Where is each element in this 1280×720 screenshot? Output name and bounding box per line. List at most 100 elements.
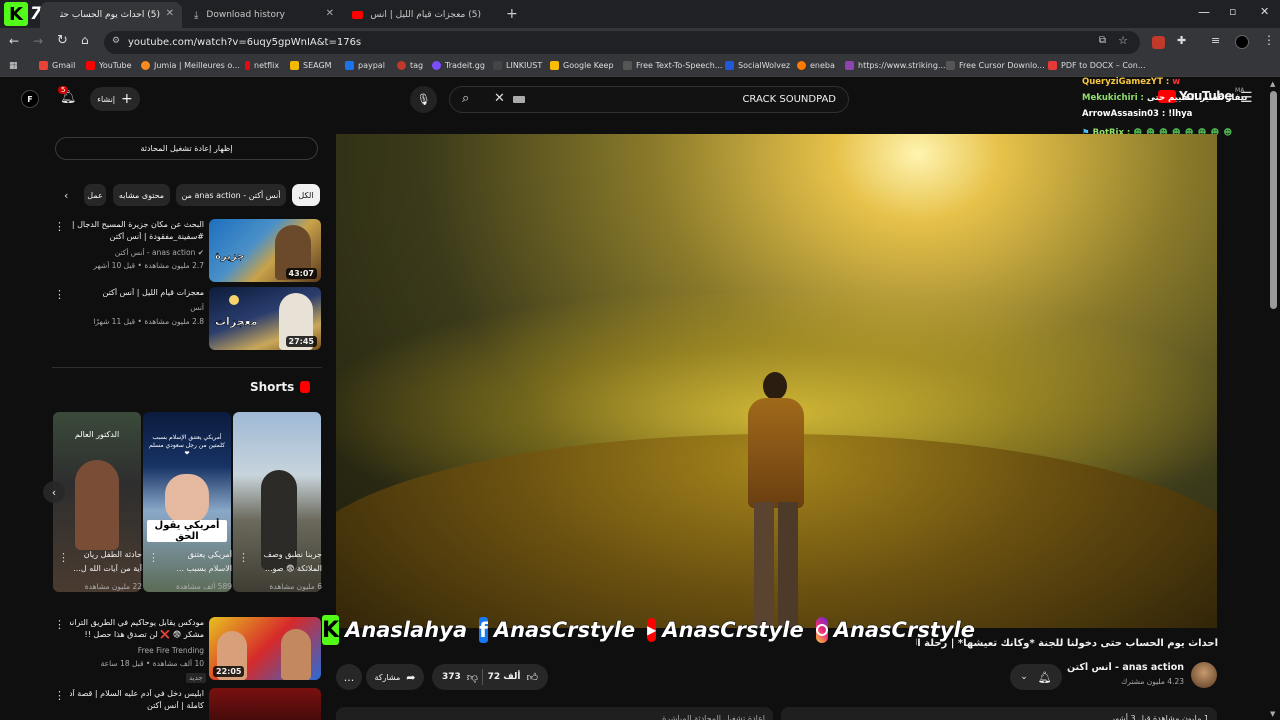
tab-miracles[interactable]: (5) معجزات قيام الليل | أنس أكتن... (344, 2, 500, 28)
bookmark-youtube[interactable]: YouTube (86, 61, 132, 70)
short-title: آية من آيات الله ل... (73, 564, 142, 573)
video-thumbnail[interactable]: معجزات 27:45 (209, 287, 321, 350)
more-options-icon[interactable]: ⋮ (54, 618, 65, 631)
home-icon[interactable]: ⌂ (81, 33, 89, 47)
channel-avatar[interactable] (1191, 662, 1217, 688)
bookmark-tradeit[interactable]: Tradeit.gg (432, 61, 485, 70)
bookmark-socialwolvez[interactable]: SocialWolvez (725, 61, 790, 70)
more-options-icon[interactable]: ⋮ (238, 551, 249, 564)
close-icon[interactable]: ✕ (326, 8, 334, 19)
video-meta: 2.8 مليون مشاهدة • قبل 11 شهرًا (93, 317, 204, 326)
search-box[interactable]: ⌕ ✕ CRACK SOUNDPAD (449, 86, 849, 113)
show-chat-replay-button[interactable]: إظهار إعادة تشغيل المحادثة (55, 137, 318, 160)
bookmark-eneba[interactable]: eneba (797, 61, 835, 70)
video-thumbnail[interactable] (209, 688, 321, 720)
bookmark-jumia[interactable]: Jumia | Meilleures o... (141, 61, 240, 70)
chip-related[interactable]: محتوى مشابه (113, 184, 170, 206)
tab-download-history[interactable]: ⤓ Download history ✕ (186, 2, 342, 28)
bookmark-pdf[interactable]: PDF to DOCX – Con... (1048, 61, 1146, 70)
restore-icon[interactable]: ▫ (1229, 5, 1236, 18)
scroll-up-icon[interactable]: ▲ (1270, 80, 1275, 88)
minimize-icon[interactable]: — (1198, 5, 1210, 19)
like-button[interactable]: 72 ألف 👍︎ (488, 671, 538, 684)
short-title: حادثة الطفل ريان (83, 550, 142, 559)
bookmark-gmail[interactable]: Gmail (39, 61, 75, 70)
reload-icon[interactable]: ↻ (57, 33, 68, 48)
channel-name[interactable]: anas action - أنس أكتن ✔︎ (1066, 662, 1184, 673)
bookmark-keep[interactable]: Google Keep (550, 61, 614, 70)
more-options-icon[interactable]: ⋮ (58, 551, 69, 564)
dislike-icon: 👎︎ (466, 670, 478, 684)
video-figure (738, 372, 812, 628)
clear-search-icon[interactable]: ✕ (494, 91, 505, 106)
more-options-icon[interactable]: ⋮ (54, 689, 65, 702)
kick-icon: K (322, 615, 340, 645)
youtube-icon: ▶ (647, 618, 657, 642)
extensions-icon[interactable]: ✚ (1177, 34, 1186, 47)
new-tab-button[interactable]: + (506, 6, 518, 22)
bookmark-star-icon[interactable]: ☆ (1118, 34, 1128, 47)
share-icon: ➦ (406, 670, 416, 684)
stream-chat-overlay: QueryziGamezYT : w Mekukichiri : تيفاز ع… (1082, 77, 1280, 141)
bookmark-linkiust[interactable]: LINKIUST (493, 61, 542, 70)
more-options-icon[interactable]: ⋮ (54, 288, 65, 301)
forward-icon[interactable]: → (33, 34, 43, 48)
install-icon[interactable]: ⧉ (1099, 35, 1106, 46)
cursor-icon (946, 61, 955, 70)
chip-work[interactable]: عمل (84, 184, 106, 206)
video-duration: 27:45 (285, 336, 317, 347)
dislike-button[interactable]: 373 👎︎ (442, 671, 478, 684)
voice-search-button[interactable]: 🎙︎ (410, 86, 437, 113)
page-scrollbar[interactable] (1270, 91, 1277, 309)
scroll-down-icon[interactable]: ▼ (1270, 710, 1275, 718)
apps-icon[interactable]: ▦ (9, 61, 18, 71)
download-icon: ⤓ (194, 9, 199, 21)
search-icon[interactable]: ⌕ (462, 91, 469, 106)
netflix-icon (245, 61, 250, 70)
notifications-button[interactable]: 🔔︎ 5 (58, 86, 78, 108)
chip-from-channel[interactable]: من anas action - أنس أكتن (176, 184, 286, 206)
video-meta: 2.7 مليون مشاهدة • قبل 10 أشهر (93, 261, 204, 270)
bookmark-netflix[interactable]: netflix (245, 61, 279, 70)
menu-icon[interactable]: ⋮ (1263, 33, 1275, 47)
video-thumbnail[interactable]: جزيرة 43:07 (209, 219, 321, 282)
chips-prev-icon[interactable]: ‹ (64, 189, 68, 202)
chat-replay-bar[interactable]: إعادة تشغيل المحادثة المباشرة (336, 707, 773, 720)
profile-icon[interactable] (1235, 35, 1249, 49)
more-options-icon[interactable]: ⋮ (148, 551, 159, 564)
video-thumbnail[interactable]: 22:05 (209, 617, 321, 680)
close-window-icon[interactable]: ✕ (1260, 5, 1269, 18)
avatar[interactable]: F (21, 90, 39, 108)
bookmark-tts[interactable]: Free Text-To-Speech... (623, 61, 722, 70)
back-icon[interactable]: ← (9, 34, 19, 48)
shorts-prev-button[interactable]: ‹ (43, 481, 65, 503)
chip-all[interactable]: الكل (292, 184, 320, 206)
bookmark-cursor[interactable]: Free Cursor Downlo... (946, 61, 1045, 70)
keyboard-icon[interactable] (513, 96, 525, 103)
bookmark-paypal[interactable]: paypal (345, 61, 385, 70)
short-title: جربنا نطبق وصف (263, 550, 322, 559)
description-box[interactable]: 1 مليون مشاهدة قبل 3 أشهر (781, 707, 1217, 720)
video-title: أحداث يوم الحساب حتى دخولنا للجنة *وكأنك… (916, 638, 1218, 649)
video-player[interactable] (336, 134, 1217, 628)
more-actions-button[interactable]: ... (336, 664, 362, 690)
tradeit-icon (432, 61, 441, 70)
tab-video[interactable]: (5) أحداث يوم الحساب حتى ✕ (40, 2, 182, 28)
bookmark-seagm[interactable]: SEAGM (290, 61, 332, 70)
search-input[interactable]: CRACK SOUNDPAD (742, 94, 836, 105)
address-bar[interactable]: ⚙ youtube.com/watch?v=6uqy5gpWnIA&t=176s… (104, 31, 1140, 54)
video-duration: 43:07 (285, 268, 317, 279)
youtube-icon (352, 11, 363, 19)
media-icon[interactable]: ≡ (1211, 34, 1220, 47)
close-icon[interactable]: ✕ (166, 8, 174, 19)
more-options-icon[interactable]: ⋮ (54, 220, 65, 233)
bookmark-tag[interactable]: tag (397, 61, 423, 70)
bookmark-striking[interactable]: https://www.striking... (845, 61, 946, 70)
share-button[interactable]: مشاركة ➦ (366, 664, 424, 690)
create-button[interactable]: إنشاء + (90, 87, 140, 111)
site-info-icon[interactable]: ⚙ (112, 36, 120, 46)
extension-red-icon[interactable] (1152, 36, 1165, 49)
subscribed-button[interactable]: ⌄ 🔔︎ (1010, 664, 1062, 690)
video-title: معجزات قيام الليل | أنس أكتن (102, 288, 204, 297)
video-title: ابليس دخل في آدم عليه السلام | قصة آدم (70, 689, 204, 698)
